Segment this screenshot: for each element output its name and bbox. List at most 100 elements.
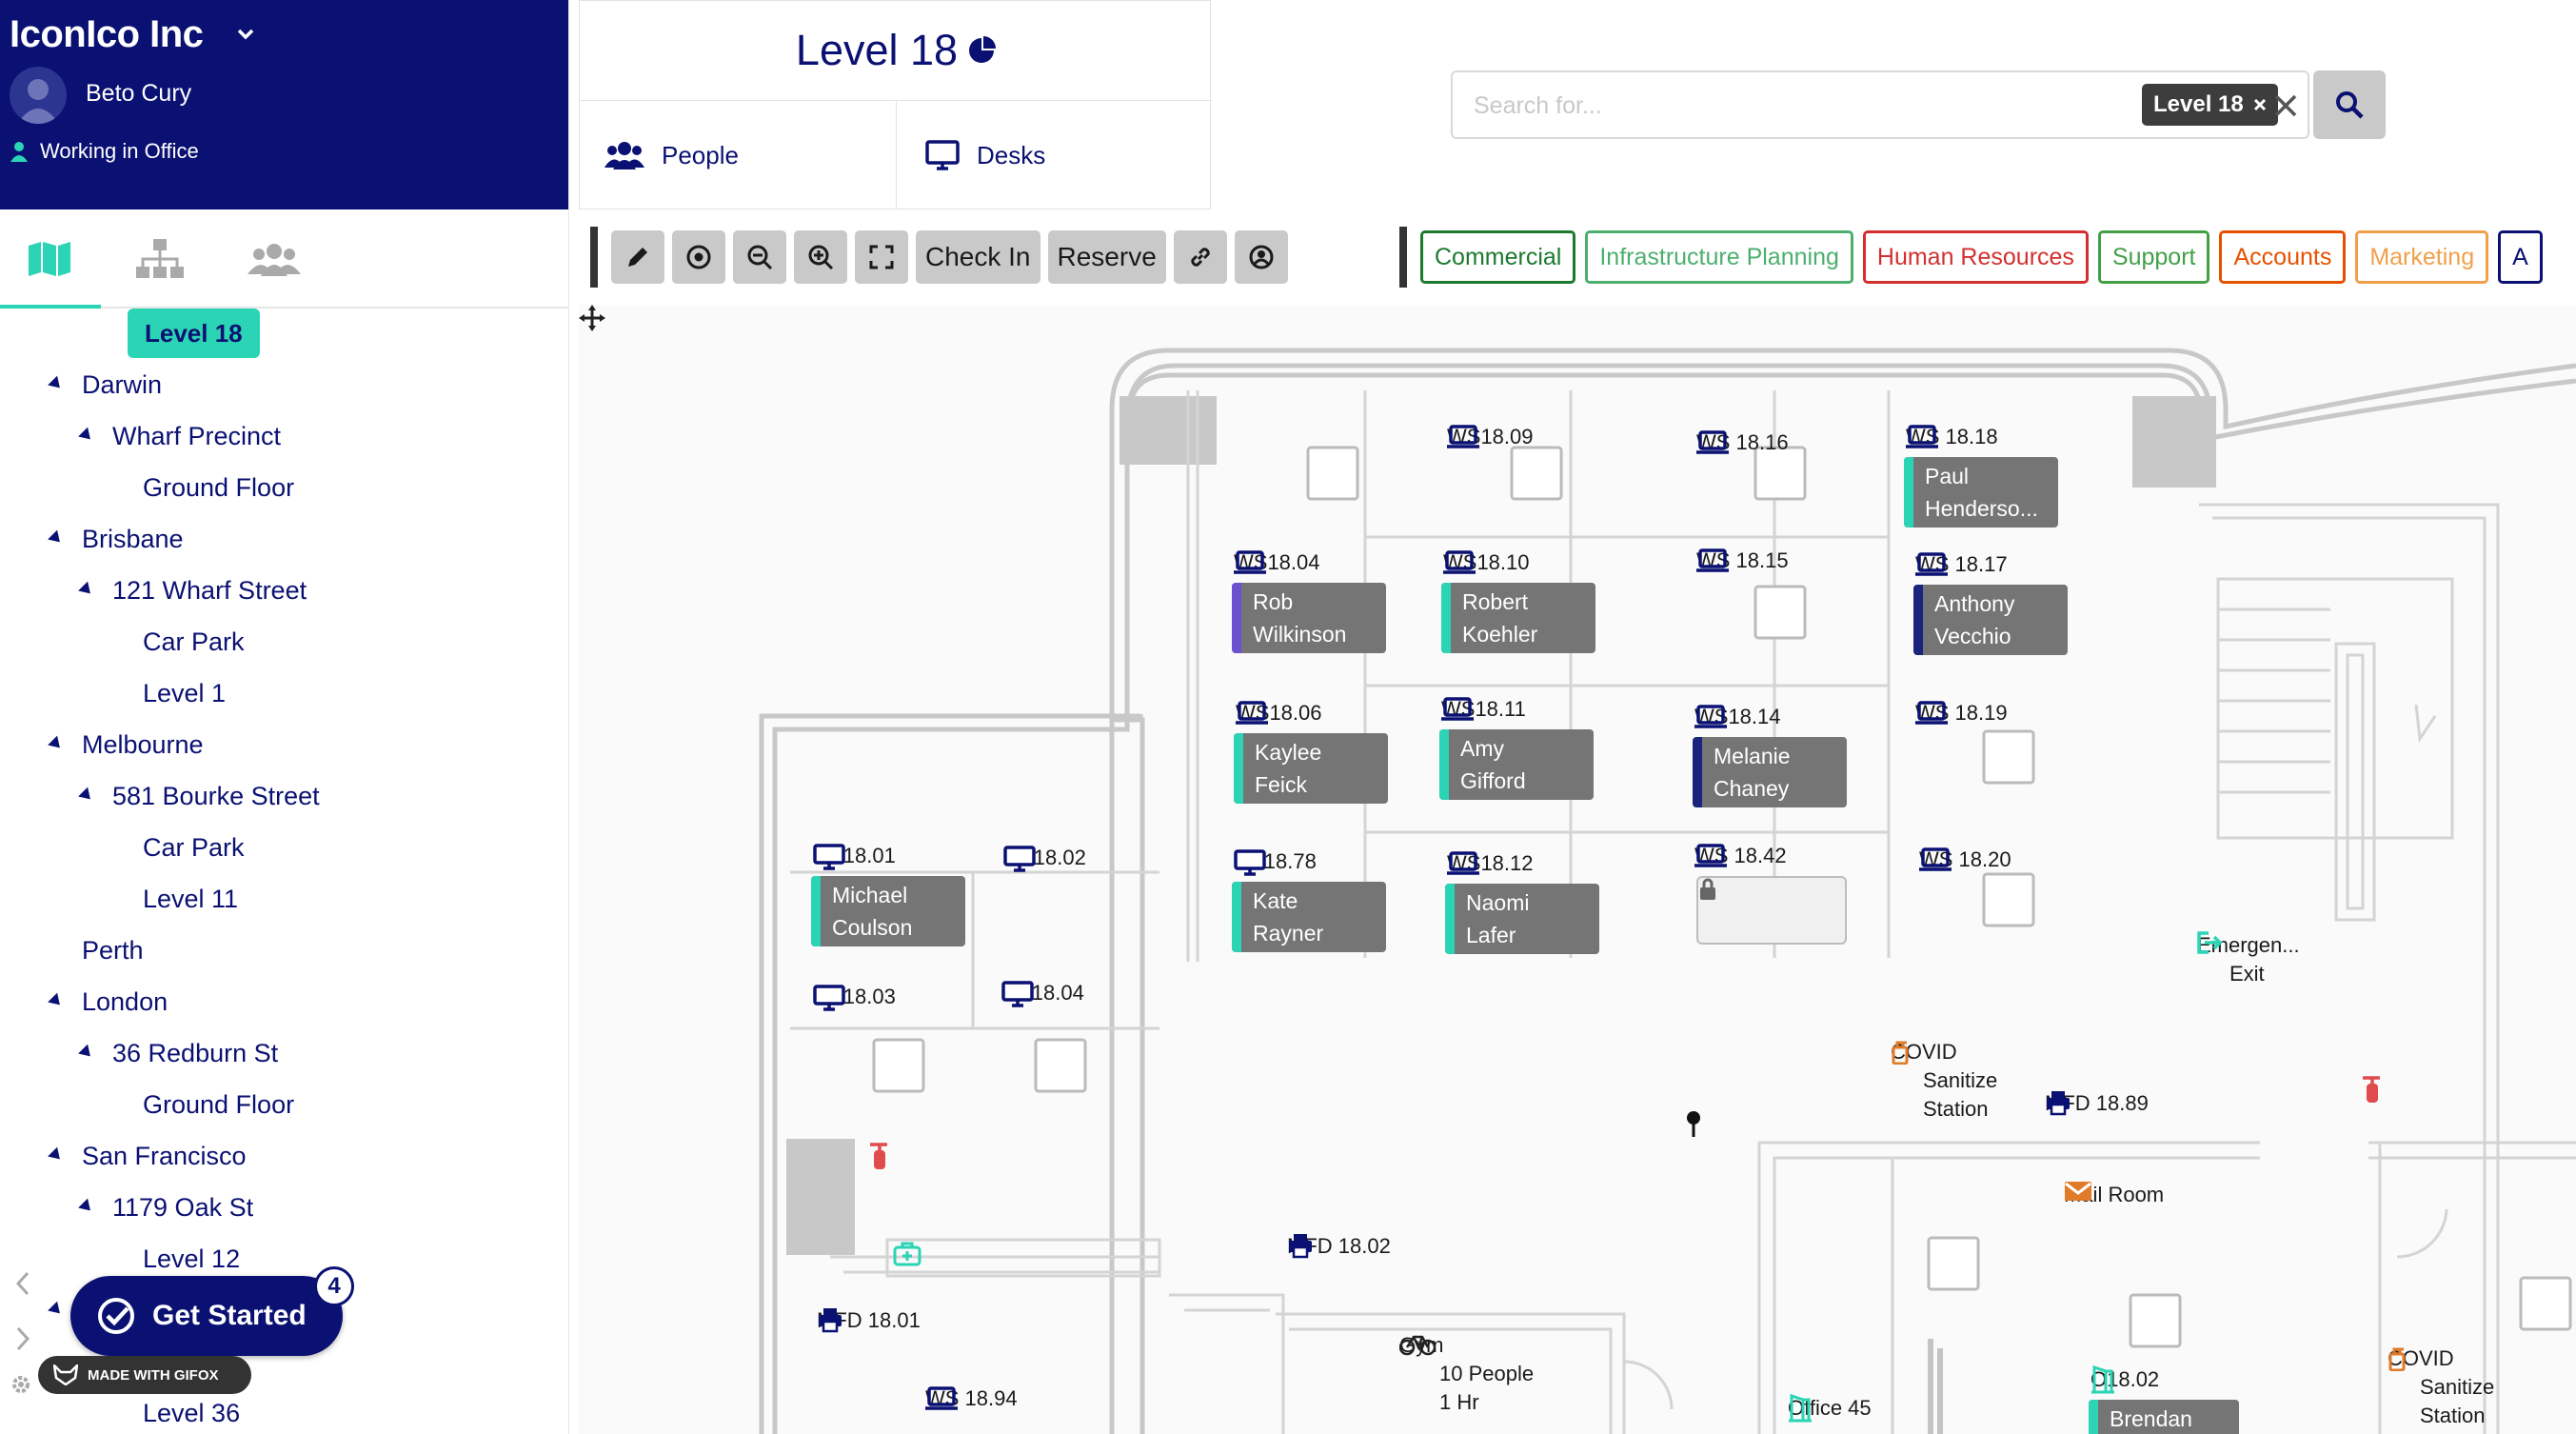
department-filter[interactable]: Support: [2097, 230, 2210, 284]
zoom-out-button[interactable]: [733, 230, 786, 284]
tree-item[interactable]: Level 1: [143, 674, 226, 712]
desk-label[interactable]: WS18.12: [1447, 851, 1534, 876]
tree-item-level-18[interactable]: Level 18: [128, 309, 260, 358]
department-filter[interactable]: Infrastructure Planning: [1585, 230, 1853, 284]
expand-triangle-icon[interactable]: [78, 1198, 95, 1216]
expand-triangle-icon[interactable]: [78, 787, 95, 805]
department-filter[interactable]: Marketing: [2355, 230, 2489, 284]
expand-triangle-icon[interactable]: [78, 581, 95, 599]
desk-occupant-card[interactable]: Robert Koehler: [1441, 583, 1595, 653]
tree-item[interactable]: Brisbane: [82, 520, 184, 558]
department-bar-grip[interactable]: [1399, 227, 1407, 288]
printer-mfd-18-89[interactable]: MFD 18.89: [2045, 1089, 2149, 1118]
tree-item[interactable]: Melbourne: [82, 726, 204, 764]
tree-item[interactable]: Car Park: [143, 828, 245, 866]
desk-label[interactable]: WS18.04: [1234, 550, 1320, 575]
desk-occupant-card[interactable]: Melanie Chaney: [1693, 737, 1847, 807]
department-filter[interactable]: Commercial: [1420, 230, 1576, 284]
get-started-button[interactable]: Get Started: [70, 1276, 343, 1356]
office-o18-02-occupant[interactable]: Brendan: [2089, 1400, 2239, 1434]
chevron-right-icon[interactable]: [13, 1325, 32, 1352]
floor-plan[interactable]: WS18.09 WS 18.16 WS 18.18 Paul Henderso... WS…: [579, 305, 2576, 1434]
expand-triangle-icon[interactable]: [48, 1146, 65, 1165]
tree-item[interactable]: Ground Floor: [143, 468, 294, 507]
tree-item[interactable]: 581 Bourke Street: [112, 777, 320, 815]
avatar[interactable]: [10, 67, 67, 124]
locate-button[interactable]: [672, 230, 725, 284]
org-chart-tab[interactable]: [131, 232, 188, 286]
office-45[interactable]: Office 45: [1788, 1394, 1872, 1423]
tree-item[interactable]: Wharf Precinct: [112, 417, 281, 455]
desk-label[interactable]: WS 18.94: [925, 1386, 1018, 1411]
tree-item[interactable]: Perth: [82, 931, 144, 969]
expand-triangle-icon[interactable]: [48, 992, 65, 1010]
expand-triangle-icon[interactable]: [78, 1044, 95, 1062]
search-button[interactable]: [2313, 70, 2386, 139]
desk-label[interactable]: HD18.01: [813, 844, 896, 870]
expand-triangle-icon[interactable]: [78, 427, 95, 445]
desk-occupant-card[interactable]: Rob Wilkinson: [1232, 583, 1386, 653]
printer-mfd-18-01[interactable]: MFD 18.01: [817, 1306, 921, 1335]
tree-item[interactable]: London: [82, 983, 168, 1021]
desk-label[interactable]: HD18.02: [1003, 846, 1086, 872]
tree-item[interactable]: 121 Wharf Street: [112, 571, 307, 609]
clear-search-icon[interactable]: [2273, 93, 2298, 118]
desk-label[interactable]: HD18.04: [1001, 981, 1084, 1007]
edit-button[interactable]: [611, 230, 664, 284]
chevron-down-icon[interactable]: [236, 25, 255, 44]
printer-mfd-18-02[interactable]: MFD 18.02: [1287, 1232, 1391, 1261]
expand-triangle-icon[interactable]: [48, 1301, 65, 1319]
department-filter[interactable]: Human Resources: [1862, 230, 2089, 284]
locked-desk-card[interactable]: [1696, 876, 1847, 945]
expand-triangle-icon[interactable]: [48, 529, 65, 548]
tree-item[interactable]: Darwin: [82, 366, 162, 404]
people-view-tab[interactable]: [246, 232, 303, 286]
map-view-tab[interactable]: [21, 232, 78, 286]
desk-occupant-card[interactable]: Michael Coulson: [811, 876, 965, 946]
desk-label[interactable]: WS 18.42: [1694, 844, 1787, 868]
desk-label[interactable]: WS 18.17: [1915, 552, 2008, 577]
tree-item[interactable]: 1179 Oak St: [112, 1188, 253, 1226]
desk-occupant-card[interactable]: Kate Rayner: [1232, 882, 1386, 952]
tree-item[interactable]: Level 36: [143, 1394, 240, 1432]
desk-occupant-card[interactable]: Amy Gifford: [1439, 729, 1594, 800]
desk-label[interactable]: WS 18.19: [1915, 701, 2008, 726]
tab-desks[interactable]: Desks: [896, 101, 1212, 209]
desk-label[interactable]: WS18.10: [1443, 550, 1530, 575]
department-filter[interactable]: A: [2498, 230, 2543, 284]
desk-occupant-card[interactable]: Naomi Lafer: [1445, 884, 1599, 954]
covid-sanitize-station-2[interactable]: COVID Sanitize Station: [2388, 1344, 2494, 1430]
org-name[interactable]: IconIco Inc: [10, 13, 204, 56]
tree-item[interactable]: Level 11: [143, 880, 238, 918]
department-filter[interactable]: Accounts: [2219, 230, 2347, 284]
covid-sanitize-station[interactable]: COVID Sanitize Station: [1891, 1038, 1997, 1124]
close-icon[interactable]: [2253, 98, 2267, 111]
desk-label[interactable]: WS 18.18: [1906, 425, 1998, 449]
desk-label[interactable]: WS18.09: [1447, 425, 1534, 449]
emergency-exit[interactable]: Emergen... Exit: [2197, 931, 2300, 988]
tree-item[interactable]: 36 Redburn St: [112, 1034, 278, 1072]
user-location-button[interactable]: [1234, 230, 1288, 284]
desk-label[interactable]: WS 18.20: [1919, 847, 2011, 872]
desk-label[interactable]: WS18.11: [1441, 697, 1526, 722]
desk-label[interactable]: WS18.14: [1694, 705, 1781, 729]
share-link-button[interactable]: [1173, 230, 1227, 284]
expand-triangle-icon[interactable]: [48, 375, 65, 393]
level-filter-chip[interactable]: Level 18: [2142, 84, 2278, 126]
desk-occupant-card[interactable]: Kaylee Feick: [1234, 733, 1388, 804]
tree-item[interactable]: Level 12: [143, 1240, 240, 1278]
gear-icon[interactable]: [10, 1373, 32, 1396]
tab-people[interactable]: People: [604, 101, 900, 209]
tree-item[interactable]: Car Park: [143, 623, 245, 661]
mail-room[interactable]: Mail Room: [2064, 1181, 2164, 1209]
desk-occupant-card[interactable]: Paul Henderso...: [1904, 457, 2058, 528]
check-in-button[interactable]: Check In: [916, 230, 1040, 284]
expand-triangle-icon[interactable]: [48, 735, 65, 753]
reserve-button[interactable]: Reserve: [1047, 230, 1166, 284]
toolbar-grip[interactable]: [590, 227, 598, 288]
fullscreen-button[interactable]: [855, 230, 908, 284]
desk-occupant-card[interactable]: Anthony Vecchio: [1913, 585, 2068, 655]
tree-item[interactable]: Ground Floor: [143, 1085, 294, 1124]
chevron-left-icon[interactable]: [13, 1270, 32, 1297]
desk-label[interactable]: WS18.06: [1236, 701, 1322, 726]
